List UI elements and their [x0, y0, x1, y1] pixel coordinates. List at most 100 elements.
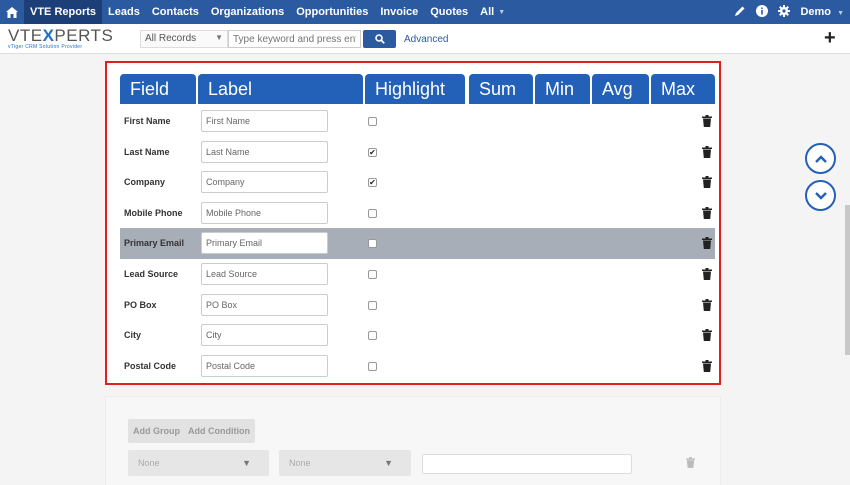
condition-field-select[interactable]: None ▼	[128, 450, 269, 476]
scroll-down-button[interactable]	[805, 180, 836, 211]
info-icon[interactable]	[756, 4, 769, 20]
highlight-checkbox[interactable]	[368, 239, 377, 249]
column-header-min: Min	[535, 74, 590, 104]
sub-toolbar: VTEXPERTS vTiger CRM Solution Provider A…	[0, 24, 850, 54]
nav-quotes[interactable]: Quotes	[424, 0, 474, 24]
column-header-sum: Sum	[469, 74, 533, 104]
chevron-up-icon	[814, 154, 827, 163]
trash-icon[interactable]	[702, 206, 712, 219]
column-header-avg: Avg	[592, 74, 649, 104]
highlight-checkbox[interactable]	[368, 270, 377, 279]
condition-field-value: None	[138, 458, 160, 468]
search-icon	[374, 34, 385, 44]
field-name: Mobile Phone	[124, 207, 183, 218]
user-menu[interactable]: Demo ▼	[800, 6, 844, 18]
label-input[interactable]	[201, 293, 328, 316]
highlight-checkbox[interactable]: ✔	[368, 147, 377, 157]
highlight-checkbox[interactable]	[368, 331, 377, 341]
highlight-checkbox[interactable]	[368, 300, 377, 310]
logo-text-x: X	[42, 26, 55, 45]
column-header-highlight: Highlight	[365, 74, 465, 104]
field-name: Lead Source	[124, 269, 179, 279]
scroll-up-button[interactable]	[805, 143, 836, 174]
table-row[interactable]: Company ✔	[120, 167, 715, 198]
table-row[interactable]: Primary Email	[120, 228, 715, 260]
chevron-down-icon	[814, 191, 827, 200]
logo-text: VTEXPERTS	[8, 27, 113, 44]
conditions-panel: Add Group Add Condition None ▼ None ▼	[105, 396, 721, 485]
label-input[interactable]	[201, 324, 328, 347]
label-input[interactable]	[201, 232, 328, 255]
add-condition-button[interactable]: Add Condition	[183, 419, 255, 443]
chevron-down-icon: ▼	[837, 10, 844, 17]
field-name: Primary Email	[124, 238, 185, 249]
field-name: First Name	[124, 116, 171, 126]
highlight-checkbox[interactable]	[368, 208, 377, 218]
label-input[interactable]	[201, 110, 328, 132]
search-button[interactable]	[363, 30, 396, 48]
table-row[interactable]: Mobile Phone	[120, 198, 715, 229]
table-row[interactable]: PO Box	[120, 290, 715, 321]
column-header-label: Label	[198, 74, 363, 104]
trash-icon[interactable]	[702, 359, 712, 372]
field-name: City	[124, 330, 142, 341]
column-header-field: Field	[120, 74, 196, 104]
condition-value-input[interactable]	[422, 454, 632, 474]
trash-icon[interactable]	[702, 329, 712, 342]
table-row[interactable]: First Name	[120, 106, 715, 137]
table-row[interactable]: Lead Source	[120, 259, 715, 290]
logo-text-right: PERTS	[54, 26, 114, 45]
chevron-down-icon: ▼	[215, 33, 223, 42]
nav-opportunities[interactable]: Opportunities	[290, 0, 374, 24]
label-input[interactable]	[201, 354, 328, 377]
highlight-checkbox[interactable]	[368, 361, 377, 371]
page-scrollbar[interactable]	[845, 205, 850, 355]
home-icon[interactable]	[0, 0, 24, 24]
chevron-down-icon: ▼	[242, 458, 251, 468]
chevron-down-icon: ▼	[498, 8, 506, 16]
nav-contacts[interactable]: Contacts	[146, 0, 205, 24]
chevron-down-icon: ▼	[384, 458, 393, 468]
trash-icon[interactable]	[702, 176, 712, 189]
trash-icon[interactable]	[686, 457, 695, 468]
nav-leads[interactable]: Leads	[102, 0, 146, 24]
table-row[interactable]: Postal Code	[120, 351, 715, 382]
trash-icon[interactable]	[702, 268, 712, 280]
field-name: Postal Code	[124, 360, 177, 371]
user-name: Demo	[800, 6, 831, 18]
trash-icon[interactable]	[702, 145, 712, 158]
field-name: Company	[124, 177, 166, 188]
add-group-button[interactable]: Add Group	[128, 419, 185, 443]
condition-operator-value: None	[289, 458, 311, 468]
add-plus-icon[interactable]: +	[824, 28, 836, 48]
label-input[interactable]	[201, 171, 328, 194]
nav-organizations[interactable]: Organizations	[205, 0, 290, 24]
trash-icon[interactable]	[702, 298, 712, 311]
nav-vte-reports[interactable]: VTE Reports	[24, 0, 103, 24]
label-input[interactable]	[201, 140, 328, 163]
search-input[interactable]	[228, 30, 361, 48]
gear-icon[interactable]	[778, 4, 791, 20]
field-name: PO Box	[124, 299, 157, 310]
condition-operator-select[interactable]: None ▼	[279, 450, 411, 476]
nav-all-label: All	[480, 6, 495, 18]
nav-invoice[interactable]: Invoice	[374, 0, 424, 24]
trash-icon[interactable]	[702, 237, 712, 250]
label-input[interactable]	[201, 201, 328, 224]
highlight-checkbox[interactable]: ✔	[368, 178, 377, 188]
column-header-max: Max	[651, 74, 715, 104]
top-nav: VTE Reports Leads Contacts Organizations…	[0, 0, 850, 24]
table-row[interactable]: City	[120, 320, 715, 351]
pencil-icon[interactable]	[734, 5, 746, 20]
logo-text-left: VTE	[8, 26, 43, 45]
field-name: Last Name	[124, 146, 170, 157]
records-filter-select[interactable]: All Records ▼	[140, 30, 228, 48]
highlight-checkbox[interactable]	[368, 117, 377, 126]
logo: VTEXPERTS vTiger CRM Solution Provider	[8, 27, 113, 50]
table-row[interactable]: Last Name ✔	[120, 137, 715, 168]
nav-all-menu[interactable]: All ▼	[474, 0, 511, 24]
trash-icon[interactable]	[702, 115, 712, 127]
records-filter-label: All Records	[145, 33, 197, 44]
label-input[interactable]	[201, 263, 328, 285]
advanced-search-link[interactable]: Advanced	[404, 34, 448, 45]
